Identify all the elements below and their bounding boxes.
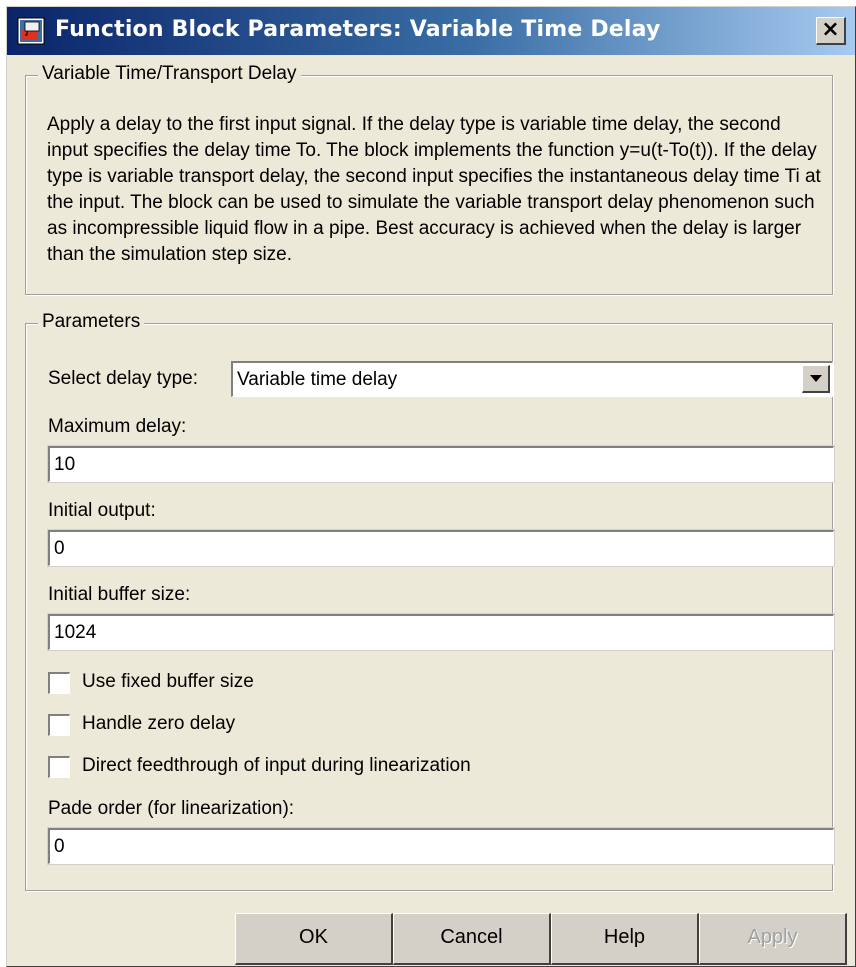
handle-zero-delay-checkbox[interactable] bbox=[48, 714, 70, 736]
pade-order-field[interactable]: 0 bbox=[47, 827, 835, 865]
simulink-block-icon bbox=[17, 17, 45, 45]
description-group: Variable Time/Transport Delay Apply a de… bbox=[25, 63, 833, 295]
ok-button[interactable]: OK bbox=[235, 913, 393, 965]
initial-output-field[interactable]: 0 bbox=[47, 529, 835, 567]
delay-type-label: Select delay type: bbox=[48, 368, 198, 389]
maximum-delay-label: Maximum delay: bbox=[48, 416, 187, 437]
direct-feedthrough-checkbox[interactable] bbox=[48, 756, 70, 778]
description-text: Apply a delay to the first input signal.… bbox=[47, 114, 821, 265]
close-button[interactable]: × bbox=[816, 17, 846, 45]
parameters-group-title: Parameters bbox=[38, 311, 145, 333]
maximum-delay-field[interactable]: 10 bbox=[47, 445, 835, 483]
pade-order-label: Pade order (for linearization): bbox=[48, 798, 295, 819]
title-bar[interactable]: Function Block Parameters: Variable Time… bbox=[7, 7, 855, 55]
initial-output-value: 0 bbox=[54, 538, 65, 559]
use-fixed-buffer-size-checkbox[interactable] bbox=[48, 672, 70, 694]
initial-output-label: Initial output: bbox=[48, 500, 156, 521]
close-icon: × bbox=[821, 17, 840, 42]
apply-button[interactable]: Apply bbox=[699, 913, 847, 965]
initial-buffer-size-field[interactable]: 1024 bbox=[47, 613, 835, 651]
maximum-delay-value: 10 bbox=[54, 454, 76, 475]
parameters-group: Parameters Select delay type: Variable t… bbox=[25, 311, 835, 891]
description-group-title: Variable Time/Transport Delay bbox=[38, 63, 301, 85]
pade-order-value: 0 bbox=[54, 836, 65, 857]
delay-type-select[interactable]: Variable time delay bbox=[231, 361, 833, 397]
direct-feedthrough-label[interactable]: Direct feedthrough of input during linea… bbox=[82, 755, 471, 777]
delay-type-value: Variable time delay bbox=[237, 369, 398, 390]
initial-buffer-size-value: 1024 bbox=[54, 622, 97, 643]
delay-type-dropdown-button[interactable] bbox=[802, 365, 830, 393]
window-title: Function Block Parameters: Variable Time… bbox=[55, 17, 661, 42]
initial-buffer-size-label: Initial buffer size: bbox=[48, 584, 191, 605]
cancel-button[interactable]: Cancel bbox=[393, 913, 551, 965]
dialog-window: Function Block Parameters: Variable Time… bbox=[6, 6, 856, 967]
help-button[interactable]: Help bbox=[551, 913, 699, 965]
chevron-down-icon bbox=[810, 375, 822, 382]
handle-zero-delay-label[interactable]: Handle zero delay bbox=[82, 713, 235, 735]
use-fixed-buffer-size-label[interactable]: Use fixed buffer size bbox=[82, 671, 254, 693]
